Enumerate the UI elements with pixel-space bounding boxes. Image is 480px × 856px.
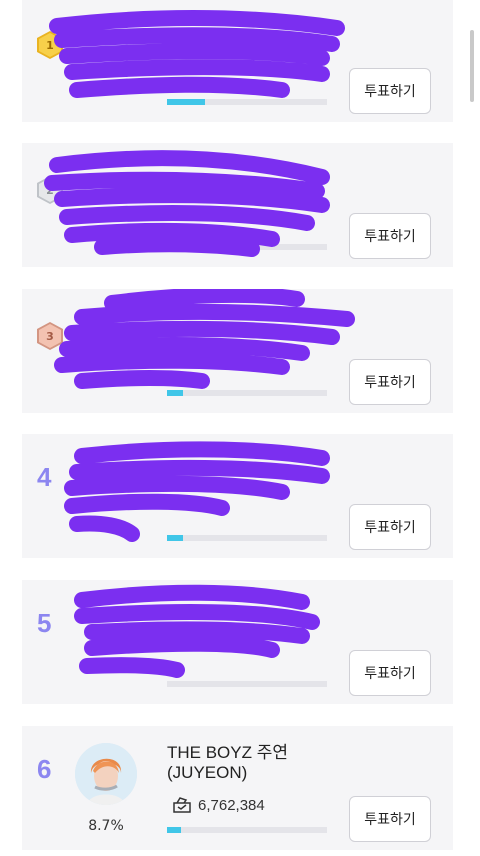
avatar bbox=[75, 743, 137, 805]
vote-progress-fill bbox=[167, 535, 183, 541]
artist-name: THE BOYZ 주연 (JUYEON) bbox=[167, 743, 288, 783]
gold-hex-icon: 1 bbox=[37, 31, 63, 59]
vote-button[interactable]: 투표하기 bbox=[349, 68, 431, 114]
vote-progress-bar bbox=[167, 827, 327, 833]
rank-number: 5 bbox=[37, 608, 52, 638]
scrollbar[interactable] bbox=[470, 30, 474, 102]
vote-progress-fill bbox=[167, 99, 206, 105]
artist-name-line-2: (JUYEON) bbox=[167, 763, 248, 782]
artist-name-line-1: THE BOYZ 주연 bbox=[167, 743, 289, 762]
vote-count-row: 6,762,384 bbox=[172, 796, 265, 814]
rank-number: 6 bbox=[37, 754, 52, 784]
vote-button[interactable]: 투표하기 bbox=[349, 359, 431, 405]
ranking-card-5: 5 투표하기 bbox=[22, 580, 453, 704]
bronze-hex-icon: 3 bbox=[37, 322, 63, 350]
ranking-card-2: 2 투표하기 bbox=[22, 143, 453, 267]
ballot-box-icon bbox=[173, 797, 191, 813]
vote-percent: 8.7% bbox=[88, 818, 124, 834]
vote-progress-bar bbox=[167, 390, 327, 396]
vote-progress-bar bbox=[167, 681, 327, 687]
vote-progress-fill bbox=[167, 390, 183, 396]
vote-button[interactable]: 투표하기 bbox=[349, 796, 431, 842]
vote-button[interactable]: 투표하기 bbox=[349, 504, 431, 550]
ranking-card-6: 6 8.7% THE BOYZ 주연 (JUYEON) 6,762,384 투표… bbox=[22, 726, 453, 850]
rank-number: 4 bbox=[37, 462, 52, 492]
vote-button[interactable]: 투표하기 bbox=[349, 650, 431, 696]
vote-progress-bar bbox=[167, 244, 327, 250]
silver-hex-icon: 2 bbox=[37, 176, 63, 204]
profile-photo bbox=[75, 743, 137, 805]
ranking-card-4: 4 투표하기 bbox=[22, 434, 453, 558]
ranking-card-1: 1 투표하기 bbox=[22, 0, 453, 122]
vote-progress-fill bbox=[167, 827, 181, 833]
ranking-card-3: 3 투표하기 bbox=[22, 289, 453, 413]
vote-progress-bar bbox=[167, 99, 327, 105]
vote-button[interactable]: 투표하기 bbox=[349, 213, 431, 259]
vote-progress-bar bbox=[167, 535, 327, 541]
vote-count: 6,762,384 bbox=[198, 796, 265, 814]
